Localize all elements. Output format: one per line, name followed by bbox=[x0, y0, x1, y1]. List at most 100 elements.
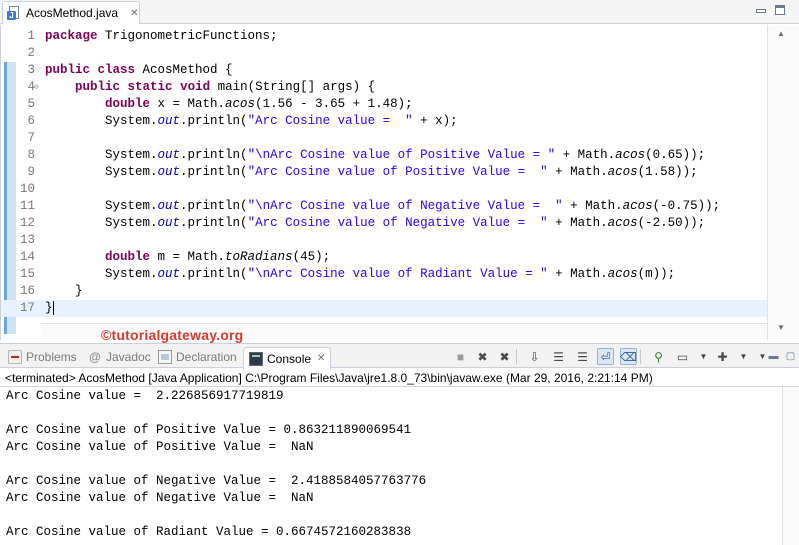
scroll-up-icon[interactable]: ▲ bbox=[777, 29, 785, 38]
console-output[interactable]: Arc Cosine value = 2.226856917719819 Arc … bbox=[0, 387, 799, 545]
code-editor[interactable]: 1 package TrigonometricFunctions; 2 3 public… bbox=[0, 25, 799, 340]
code-token: out bbox=[157, 199, 181, 213]
code-text: System.out.println("\nArc Cosine value o… bbox=[45, 198, 720, 215]
code-token: System. bbox=[45, 267, 158, 281]
code-line[interactable]: 13 bbox=[1, 232, 767, 249]
pin-console-icon[interactable]: ⚲ bbox=[650, 348, 667, 365]
line-number: 2 bbox=[27, 46, 35, 60]
code-token: .println( bbox=[180, 199, 248, 213]
code-token: .println( bbox=[180, 165, 248, 179]
console-status: <terminated> AcosMethod [Java Applicatio… bbox=[0, 369, 799, 387]
code-token: double bbox=[105, 97, 151, 111]
code-line[interactable]: 1 package TrigonometricFunctions; bbox=[1, 28, 767, 45]
code-text: public static void main(String[] args) { bbox=[45, 79, 375, 96]
watermark: ©tutorialgateway.org bbox=[101, 327, 244, 343]
code-token: public bbox=[75, 80, 121, 94]
tab-problems[interactable]: Problems bbox=[8, 347, 77, 367]
tab-console-label: Console bbox=[267, 351, 312, 366]
code-line[interactable]: 10 bbox=[1, 181, 767, 198]
code-line[interactable]: 7 bbox=[1, 130, 767, 147]
console-icon bbox=[249, 351, 263, 366]
line-number: 9 bbox=[27, 165, 35, 179]
editor-tab-bar: J AcosMethod.java ✕ bbox=[0, 0, 799, 24]
console-line: Arc Cosine value of Negative Value = NaN bbox=[6, 491, 314, 505]
code-token: public bbox=[45, 63, 91, 77]
tab-declaration[interactable]: Declaration bbox=[158, 347, 237, 367]
line-number: 13 bbox=[19, 233, 35, 247]
code-token: "\nArc Cosine value of Radiant Value = " bbox=[247, 267, 548, 281]
console-line: Arc Cosine value = 2.226856917719819 bbox=[6, 389, 284, 403]
fold-collapse-icon[interactable]: ⊖ bbox=[34, 83, 39, 92]
line-number: 4 bbox=[27, 80, 35, 94]
code-line[interactable]: 4 ⊖ public static void main(String[] args… bbox=[1, 79, 767, 96]
terminate-icon[interactable]: ■ bbox=[452, 348, 469, 365]
show-on-stdout-icon[interactable]: ☰ bbox=[550, 348, 567, 365]
display-selected-console-dropdown-icon[interactable]: ▼ bbox=[695, 348, 712, 365]
code-token: + Math. bbox=[562, 199, 623, 213]
show-on-stderr-icon[interactable]: ☰ bbox=[574, 348, 591, 365]
console-vertical-scrollbar[interactable] bbox=[782, 387, 799, 545]
code-line[interactable]: 5 double x = Math.acos(1.56 - 3.65 + 1.4… bbox=[1, 96, 767, 113]
line-number: 1 bbox=[27, 29, 35, 43]
code-token: "Arc Cosine value of Negative Value = " bbox=[247, 216, 548, 230]
line-number: 6 bbox=[27, 114, 35, 128]
code-line[interactable]: 9 System.out.println("Arc Cosine value o… bbox=[1, 164, 767, 181]
code-line[interactable]: 6 System.out.println("Arc Cosine value =… bbox=[1, 113, 767, 130]
code-token: out bbox=[157, 165, 181, 179]
remove-launch-icon[interactable]: ✖ bbox=[474, 348, 491, 365]
code-token: out bbox=[157, 148, 181, 162]
code-text: System.out.println("Arc Cosine value = "… bbox=[45, 113, 458, 130]
code-token: System. bbox=[45, 148, 158, 162]
tab-console[interactable]: Console ✕ bbox=[243, 347, 332, 369]
code-text: System.out.println("\nArc Cosine value o… bbox=[45, 147, 705, 164]
javadoc-icon: @ bbox=[89, 350, 101, 364]
word-wrap-icon[interactable]: ⏎ bbox=[597, 348, 614, 365]
editor-tab-acosmethod[interactable]: J AcosMethod.java ✕ bbox=[2, 1, 140, 24]
code-line[interactable]: 11 System.out.println("\nArc Cosine valu… bbox=[1, 198, 767, 215]
tab-javadoc[interactable]: @ Javadoc bbox=[88, 347, 151, 367]
code-line[interactable]: 17} bbox=[1, 300, 767, 317]
code-token: out bbox=[157, 216, 181, 230]
code-line[interactable]: 16 } bbox=[1, 283, 767, 300]
code-line[interactable]: 15 System.out.println("\nArc Cosine valu… bbox=[1, 266, 767, 283]
close-icon[interactable]: ✕ bbox=[130, 8, 138, 19]
maximize-icon[interactable] bbox=[775, 5, 785, 15]
code-line[interactable]: 14 double m = Math.toRadians(45); bbox=[1, 249, 767, 266]
code-line[interactable]: 8 System.out.println("\nArc Cosine value… bbox=[1, 147, 767, 164]
line-number: 16 bbox=[19, 284, 35, 298]
minimize-view-icon[interactable]: ▬ bbox=[767, 348, 780, 365]
code-token: } bbox=[45, 301, 53, 315]
editor-vertical-scrollbar[interactable]: ▲ ▼ bbox=[767, 25, 799, 340]
code-token: main(String[] args) { bbox=[210, 80, 376, 94]
tab-javadoc-label: Javadoc bbox=[106, 350, 151, 364]
clear-console-icon[interactable]: ⌫ bbox=[620, 348, 637, 365]
line-number: 17 bbox=[19, 301, 35, 315]
code-token: acos bbox=[607, 267, 638, 281]
close-icon[interactable]: ✕ bbox=[317, 353, 325, 364]
code-line[interactable]: 2 bbox=[1, 45, 767, 62]
code-line[interactable]: 12 System.out.println("Arc Cosine value … bbox=[1, 215, 767, 232]
code-token: static bbox=[127, 80, 173, 94]
code-token: System. bbox=[45, 216, 158, 230]
code-line[interactable]: 3 public class AcosMethod { bbox=[1, 62, 767, 79]
scroll-down-icon[interactable]: ▼ bbox=[777, 323, 785, 332]
open-console-dropdown-icon[interactable]: ▼ bbox=[735, 348, 752, 365]
scroll-lock-icon[interactable]: ⇩ bbox=[526, 348, 543, 365]
problems-icon bbox=[8, 350, 22, 364]
line-number: 3 bbox=[27, 63, 35, 77]
code-token: + Math. bbox=[547, 165, 608, 179]
declaration-icon bbox=[158, 350, 172, 364]
maximize-view-icon[interactable]: ▢ bbox=[784, 348, 797, 365]
minimize-icon[interactable] bbox=[756, 9, 766, 13]
console-line: Arc Cosine value of Positive Value = NaN bbox=[6, 440, 314, 454]
remove-all-terminated-icon[interactable]: ✖ bbox=[496, 348, 513, 365]
code-token: (m)); bbox=[637, 267, 676, 281]
code-token: } bbox=[45, 284, 83, 298]
display-console-icon[interactable]: ▭ bbox=[674, 348, 691, 365]
line-number: 10 bbox=[19, 182, 35, 196]
open-console-icon[interactable]: ✚ bbox=[714, 348, 731, 365]
code-text: public class AcosMethod { bbox=[45, 62, 233, 79]
code-token: x = Math. bbox=[150, 97, 226, 111]
